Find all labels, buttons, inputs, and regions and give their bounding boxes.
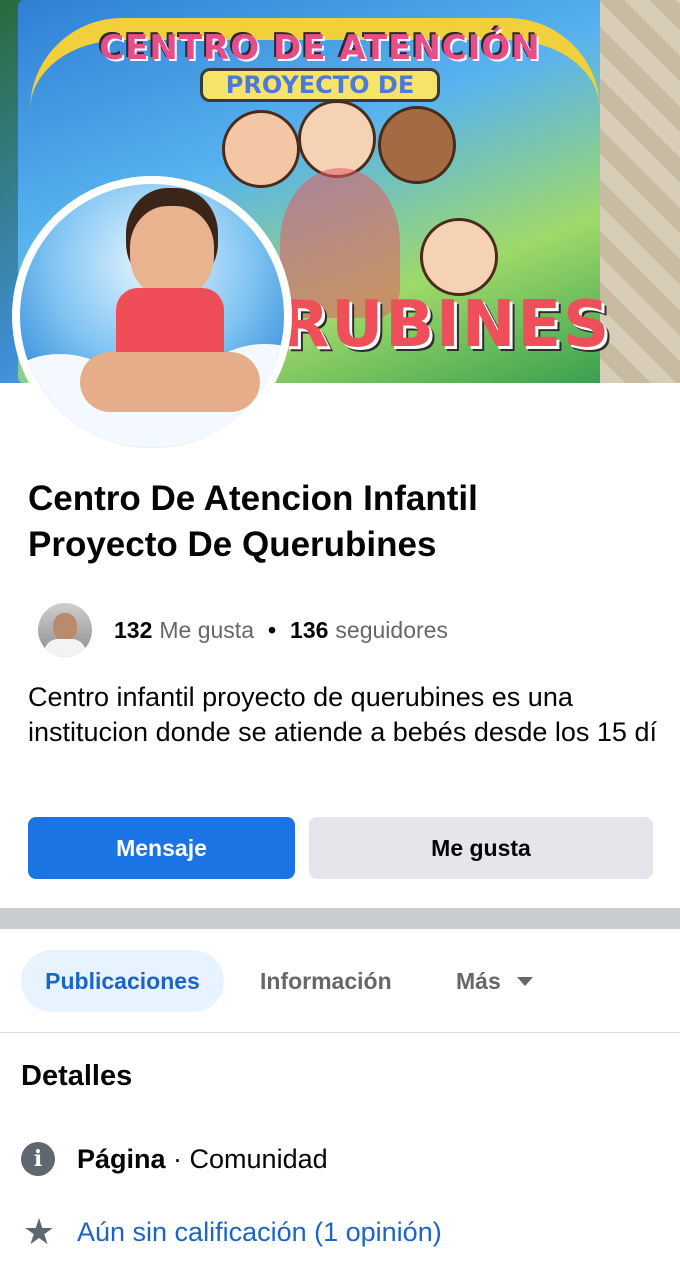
category-label: Página <box>77 1143 166 1174</box>
cover-banner-subtext: PROYECTO DE <box>200 68 440 102</box>
profile-picture[interactable] <box>20 184 284 448</box>
category-separator: · <box>165 1143 190 1174</box>
likes-count: 132 <box>114 616 153 643</box>
stats-text: 132 Me gusta • 136 seguidores <box>114 617 448 644</box>
likes-label: Me gusta <box>159 616 254 643</box>
friend-avatar-face <box>53 613 77 641</box>
stats-separator: • <box>267 616 277 643</box>
detail-category: i Página · Comunidad <box>21 1142 328 1176</box>
star-icon: ★ <box>22 1211 56 1252</box>
rating-link[interactable]: Aún sin calificación (1 opinión) <box>77 1217 442 1248</box>
like-button[interactable]: Me gusta <box>309 817 653 879</box>
section-divider <box>0 908 680 929</box>
info-icon: i <box>21 1142 55 1176</box>
category-value: Comunidad <box>189 1143 328 1174</box>
cover-big-text: RUBINES <box>280 288 612 362</box>
page-title-line: Centro De Atencion Infantil <box>28 479 478 518</box>
followers-count: 136 <box>290 616 329 643</box>
page-description: Centro infantil proyecto de querubines e… <box>28 682 657 747</box>
followers-label: seguidores <box>335 616 448 643</box>
caret-down-icon <box>516 976 533 986</box>
tab-mas[interactable]: Más <box>456 950 533 1012</box>
cover-floor <box>600 0 680 383</box>
cover-cartoon-child <box>420 218 498 296</box>
details-heading: Detalles <box>21 1060 133 1092</box>
cover-cartoon-child <box>378 106 456 184</box>
cover-cartoon-child <box>222 110 300 188</box>
avatar-child-legs <box>80 352 260 412</box>
page-title-line: Proyecto De Querubines <box>28 525 437 564</box>
page-stats[interactable]: 132 Me gusta • 136 seguidores <box>38 602 448 658</box>
friend-avatar-shirt <box>44 639 86 657</box>
page-tabs: Publicaciones Información Más <box>0 929 680 1033</box>
avatar-child-head <box>130 206 214 298</box>
detail-rating[interactable]: ★ Aún sin calificación (1 opinión) <box>21 1214 442 1250</box>
friend-avatar <box>38 603 92 657</box>
message-button[interactable]: Mensaje <box>28 817 295 879</box>
tab-informacion[interactable]: Información <box>260 950 392 1012</box>
tab-publicaciones[interactable]: Publicaciones <box>21 950 224 1012</box>
page-title: Centro De Atencion Infantil Proyecto De … <box>28 476 658 568</box>
tab-mas-label: Más <box>456 967 501 994</box>
cover-cartoon-child <box>298 100 376 178</box>
